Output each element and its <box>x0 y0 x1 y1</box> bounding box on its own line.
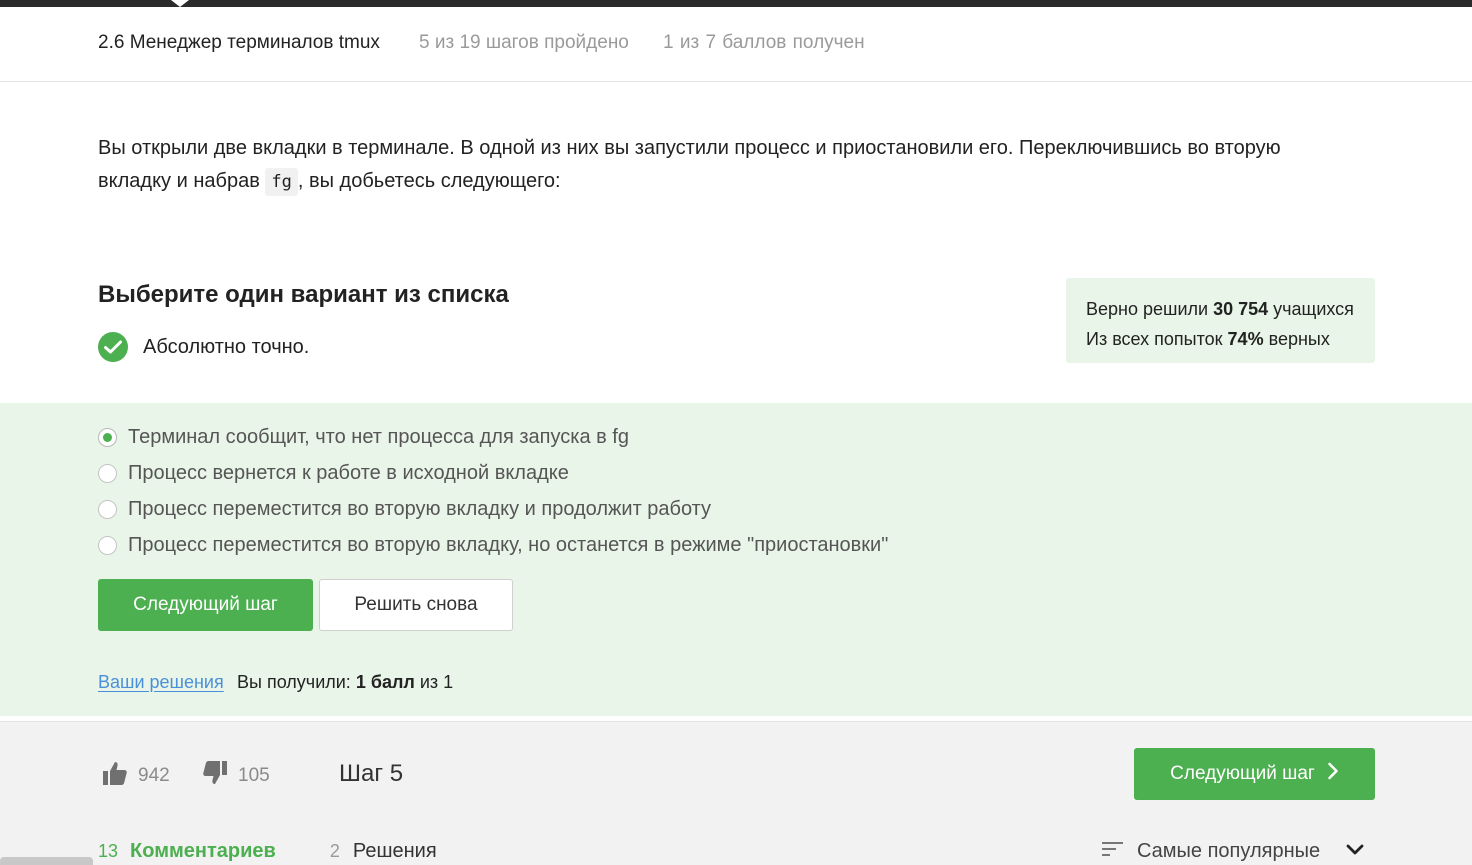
step-number: Шаг 5 <box>339 760 404 787</box>
quiz-title: Выберите один вариант из списка <box>98 281 509 308</box>
lesson-header: 2.6 Менеджер терминалов tmux 5 из 19 шаг… <box>0 7 1472 82</box>
like-button[interactable]: 942 <box>102 760 170 791</box>
answer-option[interactable]: Процесс переместится во вторую вкладку и… <box>98 498 711 520</box>
tab-solutions[interactable]: 2 Решения <box>330 840 437 863</box>
chevron-right-icon <box>1327 762 1339 786</box>
comments-count: 13 <box>98 841 119 861</box>
radio-button[interactable] <box>98 535 117 555</box>
solved-count: 30 754 <box>1213 299 1269 319</box>
option-label[interactable]: Процесс переместится во вторую вкладку и… <box>128 498 711 521</box>
option-label[interactable]: Терминал сообщит, что нет процесса для з… <box>128 426 629 449</box>
points-progress: 1 из 7 баллов получен <box>663 32 865 53</box>
score-summary: Вы получили: 1 балл из 1 <box>237 672 453 693</box>
option-label[interactable]: Процесс переместится во вторую вкладку, … <box>128 534 888 557</box>
question-text-after: , вы добьетесь следующего: <box>297 170 561 192</box>
step-footer: 942 105 Шаг 5 Следующий шаг 13 Комментари… <box>0 721 1472 865</box>
thumbs-up-icon[interactable] <box>102 760 128 791</box>
active-step-marker <box>171 0 189 7</box>
score-suffix: из 1 <box>414 672 454 692</box>
solved-suffix: учащихся <box>1268 299 1354 319</box>
radio-dot <box>103 432 112 442</box>
sort-label: Самые популярные <box>1137 840 1321 862</box>
answer-option[interactable]: Процесс вернется к работе в исходной вкл… <box>98 462 569 484</box>
inline-code: fg <box>265 168 298 196</box>
radio-button[interactable] <box>98 463 117 483</box>
attempts-percent: 74% <box>1227 329 1264 349</box>
likes-count: 942 <box>138 764 170 786</box>
your-solutions-link[interactable]: Ваши решения <box>98 672 224 693</box>
comments-tab-label: Комментариев <box>130 840 276 862</box>
sort-dropdown[interactable]: Самые популярные <box>1102 840 1364 863</box>
footer-next-step-label: Следующий шаг <box>1170 763 1315 784</box>
check-icon <box>98 332 128 362</box>
radio-button[interactable] <box>98 499 117 519</box>
solved-prefix: Верно решили <box>1086 299 1214 319</box>
dislikes-count: 105 <box>238 764 270 786</box>
answer-area: Терминал сообщит, что нет процесса для з… <box>0 403 1472 716</box>
top-bar <box>0 0 1472 7</box>
option-label[interactable]: Процесс вернется к работе в исходной вкл… <box>128 462 569 485</box>
radio-button-selected[interactable] <box>98 427 117 447</box>
attempts-suffix: верных <box>1263 329 1330 349</box>
feedback-row: Абсолютно точно. <box>98 332 309 362</box>
question-text: Вы открыли две вкладки в терминале. В од… <box>98 132 1358 199</box>
score-value: 1 балл <box>355 672 415 692</box>
tab-comments[interactable]: 13 Комментариев <box>98 840 276 863</box>
footer-next-step-button[interactable]: Следующий шаг <box>1134 748 1375 800</box>
steps-progress: 5 из 19 шагов пройдено <box>419 32 629 53</box>
dislike-button[interactable]: 105 <box>202 760 270 791</box>
feedback-text: Абсолютно точно. <box>143 335 310 358</box>
attempts-stat: Из всех попыток 74% верных <box>1086 324 1355 354</box>
chevron-down-icon[interactable] <box>1346 843 1364 861</box>
solve-stats: Верно решили 30 754 учащихся Из всех поп… <box>1066 278 1375 363</box>
solutions-tab-label: Решения <box>352 840 437 862</box>
thumbs-down-icon[interactable] <box>202 760 228 791</box>
solutions-count: 2 <box>329 841 340 861</box>
next-step-button[interactable]: Следующий шаг <box>98 579 313 631</box>
horizontal-scrollbar[interactable] <box>0 857 93 865</box>
lesson-title[interactable]: 2.6 Менеджер терминалов tmux <box>98 32 380 54</box>
attempts-prefix: Из всех попыток <box>1086 329 1228 349</box>
solve-again-button[interactable]: Решить снова <box>319 579 513 631</box>
answer-option[interactable]: Процесс переместится во вторую вкладку, … <box>98 534 888 556</box>
solved-stat: Верно решили 30 754 учащихся <box>1086 294 1355 324</box>
score-prefix: Вы получили: <box>237 672 356 692</box>
sort-icon <box>1102 841 1123 862</box>
discussion-tabs: 13 Комментариев 2 Решения <box>98 840 437 863</box>
answer-option[interactable]: Терминал сообщит, что нет процесса для з… <box>98 426 629 448</box>
